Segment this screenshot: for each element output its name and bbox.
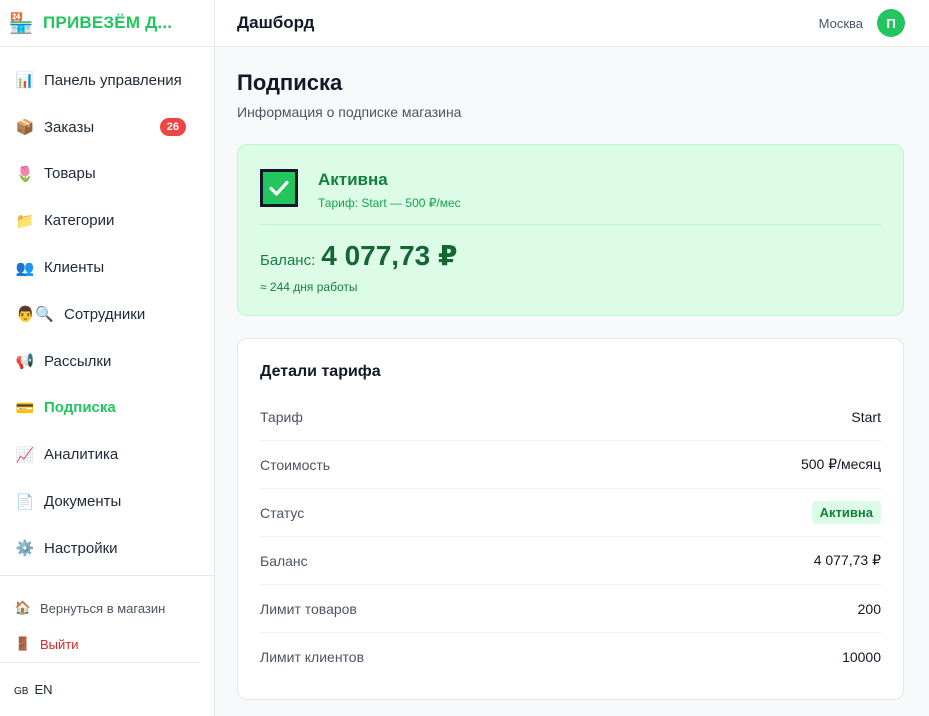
- detail-value: 10000: [842, 649, 881, 665]
- sidebar-item-mailings[interactable]: 📢 Рассылки: [0, 338, 214, 385]
- home-icon: 🏠: [14, 600, 32, 615]
- sidebar-item-dashboard[interactable]: 📊 Панель управления: [0, 57, 214, 104]
- sidebar-item-documents[interactable]: 📄 Документы: [0, 478, 214, 525]
- megaphone-icon: 📢: [15, 353, 35, 371]
- orders-count-badge: 26: [159, 118, 186, 137]
- page-subtitle: Информация о подписке магазина: [237, 104, 462, 120]
- sidebar-item-clients[interactable]: 👥 Клиенты: [0, 244, 214, 291]
- balance-row: Баланс: 4 077,73 ₽: [260, 239, 881, 272]
- language-switcher[interactable]: GB EN: [0, 662, 200, 716]
- sidebar-bottom: 🏠 Вернуться в магазин 🚪 Выйти: [0, 575, 214, 662]
- sidebar-item-label: Настройки: [44, 539, 118, 557]
- detail-row-plan: Тариф Start: [260, 393, 881, 441]
- detail-row-product-limit: Лимит товаров 200: [260, 585, 881, 633]
- detail-value: Start: [851, 408, 881, 425]
- checkmark-icon: [260, 169, 298, 207]
- detail-label: Статус: [260, 504, 305, 521]
- detail-value: 200: [857, 600, 881, 617]
- document-icon: 📄: [15, 493, 35, 511]
- detail-row-cost: Стоимость 500 ₽/месяц: [260, 441, 881, 489]
- tulip-icon: 🌷: [15, 165, 35, 183]
- credit-card-icon: 💳: [15, 399, 35, 417]
- detail-label: Тариф: [260, 408, 303, 425]
- detail-row-balance: Баланс 4 077,73 ₽: [260, 537, 881, 585]
- balance-value: 4 077,73 ₽: [321, 240, 458, 271]
- detail-label: Лимит клиентов: [260, 649, 365, 665]
- logout-link[interactable]: 🚪 Выйти: [0, 626, 214, 662]
- sidebar: 🏪 ПРИВЕЗЁМ Д... 📊 Панель управления 📦 За…: [0, 0, 215, 716]
- detail-label: Баланс: [260, 552, 308, 569]
- sidebar-item-label: Сотрудники: [64, 305, 146, 323]
- sidebar-item-label: Товары: [44, 165, 96, 183]
- folder-icon: 📁: [15, 212, 35, 230]
- status-badge: Активна: [811, 501, 881, 524]
- subscription-status-card: Активна Тариф: Start — 500 ₽/мес Баланс:…: [237, 144, 904, 316]
- detail-value: 4 077,73 ₽: [813, 552, 881, 568]
- details-title: Детали тарифа: [260, 363, 381, 380]
- main-content: Подписка Информация о подписке магазина …: [237, 48, 904, 700]
- detail-row-status: Статус Активна: [260, 489, 881, 537]
- detail-row-client-limit: Лимит клиентов 10000: [260, 633, 881, 681]
- back-to-store-link[interactable]: 🏠 Вернуться в магазин: [0, 590, 214, 626]
- sidebar-item-label: Подписка: [44, 399, 116, 417]
- balance-days: ≈ 244 дня работы: [260, 280, 358, 294]
- door-icon: 🚪: [14, 636, 32, 651]
- back-to-store-label: Вернуться в магазин: [40, 600, 166, 616]
- page-title: Подписка: [237, 70, 343, 95]
- sidebar-item-categories[interactable]: 📁 Категории: [0, 197, 214, 244]
- gear-icon: ⚙️: [15, 540, 35, 558]
- sidebar-item-subscription[interactable]: 💳 Подписка: [0, 385, 214, 432]
- status-header: Активна Тариф: Start — 500 ₽/мес: [260, 167, 881, 225]
- language-label: EN: [34, 682, 53, 697]
- sidebar-item-analytics[interactable]: 📈 Аналитика: [0, 431, 214, 478]
- avatar[interactable]: П: [877, 9, 905, 37]
- sidebar-item-label: Рассылки: [44, 352, 112, 370]
- sidebar-nav: 📊 Панель управления 📦 Заказы 26 🌷 Товары…: [0, 47, 214, 572]
- sidebar-item-label: Категории: [44, 212, 115, 230]
- sidebar-item-label: Заказы: [44, 118, 95, 136]
- sidebar-item-orders[interactable]: 📦 Заказы 26: [0, 104, 214, 151]
- sidebar-item-label: Аналитика: [44, 446, 119, 464]
- status-plan: Тариф: Start — 500 ₽/мес: [318, 196, 461, 210]
- detail-value: 500 ₽/месяц: [800, 456, 881, 472]
- sidebar-item-label: Клиенты: [44, 259, 105, 277]
- balance-label: Баланс:: [260, 252, 316, 269]
- store-icon: 🏪: [8, 12, 34, 35]
- detail-label: Лимит товаров: [260, 600, 357, 617]
- brand[interactable]: 🏪 ПРИВЕЗЁМ Д...: [0, 0, 214, 47]
- gb-flag-icon: GB: [14, 685, 29, 697]
- detail-label: Стоимость: [260, 456, 331, 473]
- bar-chart-icon: 📊: [15, 72, 35, 90]
- topbar: Дашборд Москва П: [215, 0, 929, 47]
- plan-details-card: Детали тарифа Тариф Start Стоимость 500 …: [237, 338, 904, 700]
- sidebar-item-label: Панель управления: [44, 71, 182, 89]
- logout-label: Выйти: [40, 636, 79, 652]
- sidebar-item-label: Документы: [44, 493, 122, 511]
- line-chart-icon: 📈: [15, 446, 35, 464]
- brand-name: ПРИВЕЗЁМ Д...: [43, 13, 173, 32]
- employee-search-icon: 👨🔍: [16, 306, 54, 324]
- sidebar-item-settings[interactable]: ⚙️ Настройки: [0, 525, 214, 572]
- sidebar-item-employees[interactable]: 👨🔍 Сотрудники: [0, 291, 214, 338]
- city-selector[interactable]: Москва: [819, 16, 863, 31]
- users-icon: 👥: [15, 259, 35, 277]
- sidebar-item-products[interactable]: 🌷 Товары: [0, 151, 214, 198]
- topbar-title: Дашборд: [237, 13, 315, 32]
- status-title: Активна: [318, 170, 388, 189]
- package-icon: 📦: [15, 119, 35, 137]
